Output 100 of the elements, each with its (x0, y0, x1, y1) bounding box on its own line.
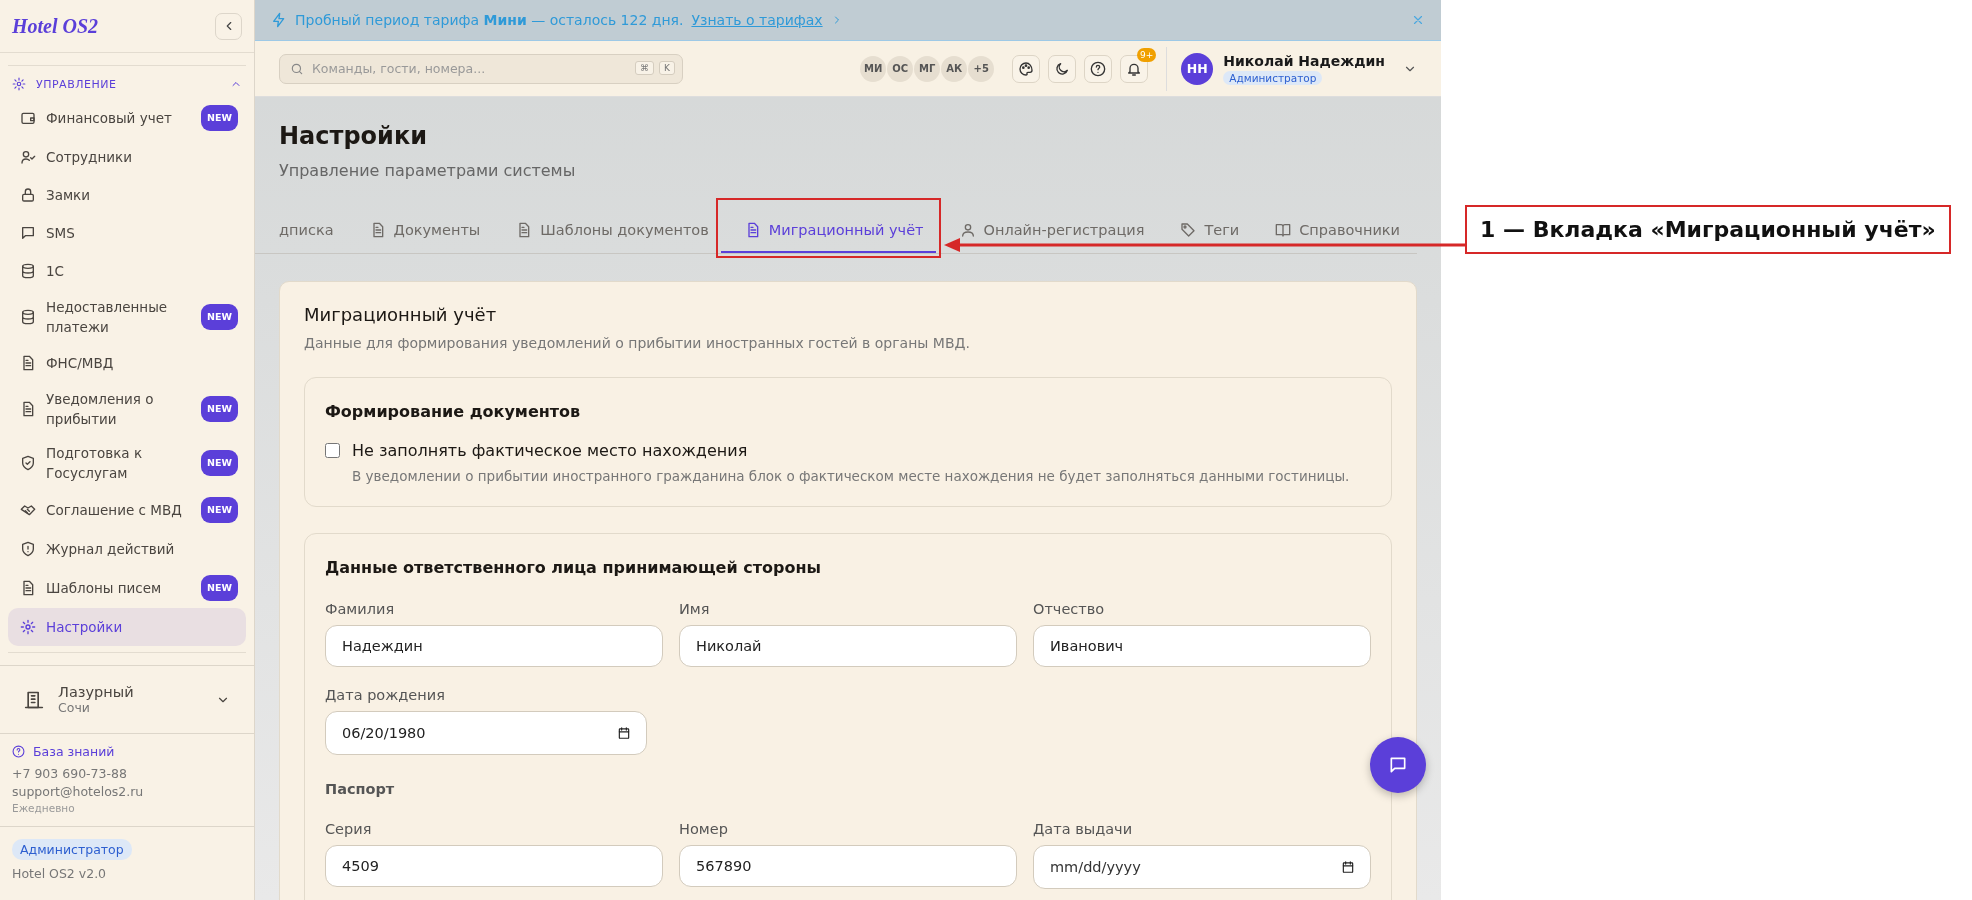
support-phone: +7 903 690-73-88 (12, 766, 128, 781)
shield-check-icon (20, 455, 36, 471)
sidebar-item[interactable]: Недоставленные платежи NEW (8, 290, 246, 344)
input-field[interactable]: Иванович (1033, 625, 1371, 667)
app-logo: Hotel OS2 (12, 14, 99, 38)
notification-count: 9+ (1137, 47, 1157, 62)
checkbox-hint: В уведомлении о прибытии иностранного гражданина блок о фактическом месте нахождения не будет заполняться данными гостиницы. (352, 468, 1350, 484)
sidebar-item[interactable]: Сотрудники (8, 138, 246, 176)
field-label: Номер (679, 821, 729, 837)
card-title: Миграционный учёт (304, 304, 498, 325)
hotel-selector[interactable]: Лазурный Сочи (0, 665, 254, 733)
user-avatar[interactable]: ОС (887, 55, 914, 82)
moon-icon (1054, 60, 1071, 77)
user-avatar[interactable]: МГ (914, 55, 941, 82)
tab[interactable]: дписка (255, 208, 346, 253)
group-title: Паспорт (325, 781, 396, 797)
theme-palette-button[interactable] (1012, 54, 1041, 83)
sidebar-item[interactable]: Подготовка к Госуслугам NEW (8, 436, 246, 490)
checkbox-label: Не заполнять фактическое место нахождения (352, 441, 749, 460)
database-icon (20, 263, 36, 279)
role-badge: Администратор (12, 839, 132, 860)
wallet-icon (20, 110, 36, 126)
help-icon (12, 745, 25, 758)
field-label: Дата рождения (325, 687, 446, 703)
card-description: Данные для формирования уведомлений о прибытии иностранных гостей в органы МВД. (304, 335, 971, 351)
tab[interactable]: Онлайн-регистрация (935, 208, 1157, 253)
section-header[interactable]: УПРАВЛЕНИЕ (8, 72, 246, 96)
field-label: Дата выдачи (1033, 821, 1134, 837)
new-badge: NEW (201, 497, 238, 523)
sidebar-item[interactable]: Замки (8, 176, 246, 214)
sidebar-item[interactable]: 1С (8, 252, 246, 290)
date-field[interactable]: mm/dd/yyyy (1033, 845, 1371, 889)
new-badge: NEW (201, 575, 238, 601)
shield-alert-icon (20, 541, 36, 557)
role-badge: Администратор (1223, 70, 1323, 85)
sidebar-item[interactable]: Журнал действий (8, 530, 246, 568)
field-label: Серия (325, 821, 373, 837)
tab[interactable]: Документы (345, 208, 493, 253)
sidebar-item[interactable]: SMS (8, 214, 246, 252)
checkbox[interactable] (325, 443, 340, 458)
page-subtitle: Управление параметрами системы (279, 161, 577, 180)
tab[interactable]: Миграционный учёт (720, 208, 936, 253)
palette-icon (1018, 60, 1035, 77)
new-badge: NEW (201, 450, 238, 476)
building-icon (24, 689, 44, 710)
sidebar-item[interactable]: Соглашение с МВД NEW (8, 490, 246, 530)
user-avatar[interactable]: АК (941, 55, 968, 82)
app-version: Hotel OS2 v2.0 (12, 866, 107, 881)
gear-icon (12, 77, 26, 91)
panel-title: Данные ответственного лица принимающей стороны (325, 558, 822, 577)
annotation-label: 1 — Вкладка «Миграционный учёт» (1465, 205, 1951, 254)
user-avatar[interactable]: +5 (968, 55, 995, 82)
field-label: Имя (679, 601, 711, 617)
user-avatar: НН (1181, 52, 1214, 85)
document-icon (20, 355, 36, 371)
support-hours: Ежедневно (12, 802, 76, 814)
lock-icon (20, 187, 36, 203)
sidebar-item[interactable]: Настройки (8, 608, 246, 646)
calendar-icon (617, 726, 631, 740)
dark-mode-button[interactable] (1048, 54, 1077, 83)
page-title: Настройки (279, 121, 428, 151)
input-field[interactable]: Николай (679, 625, 1017, 667)
sidebar-item[interactable]: Уведомления о прибытии NEW (8, 382, 246, 436)
document-icon (20, 401, 36, 417)
user-check-icon (20, 149, 36, 165)
sidebar-item[interactable]: Финансовый учет NEW (8, 98, 246, 138)
date-field[interactable]: 06/20/1980 (325, 711, 647, 755)
sidebar-item[interactable]: ФНС/МВД (8, 344, 246, 382)
input-field[interactable]: 4509 (325, 845, 663, 887)
trial-message: Пробный период тарифа Мини — осталось 122 дня. (295, 12, 684, 28)
new-badge: NEW (201, 396, 238, 422)
gear-icon (20, 619, 36, 635)
input-field[interactable]: 567890 (679, 845, 1017, 887)
help-button[interactable] (1084, 54, 1113, 83)
tab[interactable]: Справочники (1251, 208, 1412, 253)
support-email: support@hotelos2.ru (12, 784, 145, 799)
document-icon (20, 580, 36, 596)
tab[interactable]: Теги (1156, 208, 1252, 253)
help-icon (1090, 60, 1107, 77)
user-icon (959, 221, 976, 238)
sidebar-item[interactable]: Шаблоны писем NEW (8, 568, 246, 608)
new-badge: NEW (201, 304, 238, 330)
field-label: Отчество (1033, 601, 1106, 617)
database-icon (20, 309, 36, 325)
tab[interactable]: Шаблоны документов (492, 208, 721, 253)
search-icon (290, 61, 304, 76)
lightning-icon (271, 12, 287, 28)
book-icon (1275, 221, 1292, 238)
knowledge-base-link[interactable]: База знаний (12, 744, 242, 759)
chat-icon (1388, 755, 1408, 775)
input-field[interactable]: Надеждин (325, 625, 663, 667)
user-avatar[interactable]: МИ (860, 55, 887, 82)
calendar-icon (1341, 860, 1355, 874)
panel-title: Формирование документов (325, 402, 582, 421)
field-label: Фамилия (325, 601, 396, 617)
chat-icon (20, 225, 36, 241)
handshake-icon (20, 502, 36, 518)
close-icon (1411, 13, 1425, 27)
user-menu[interactable]: НН Николай Надеждин Администратор (1181, 52, 1417, 85)
tag-icon (1180, 221, 1197, 238)
